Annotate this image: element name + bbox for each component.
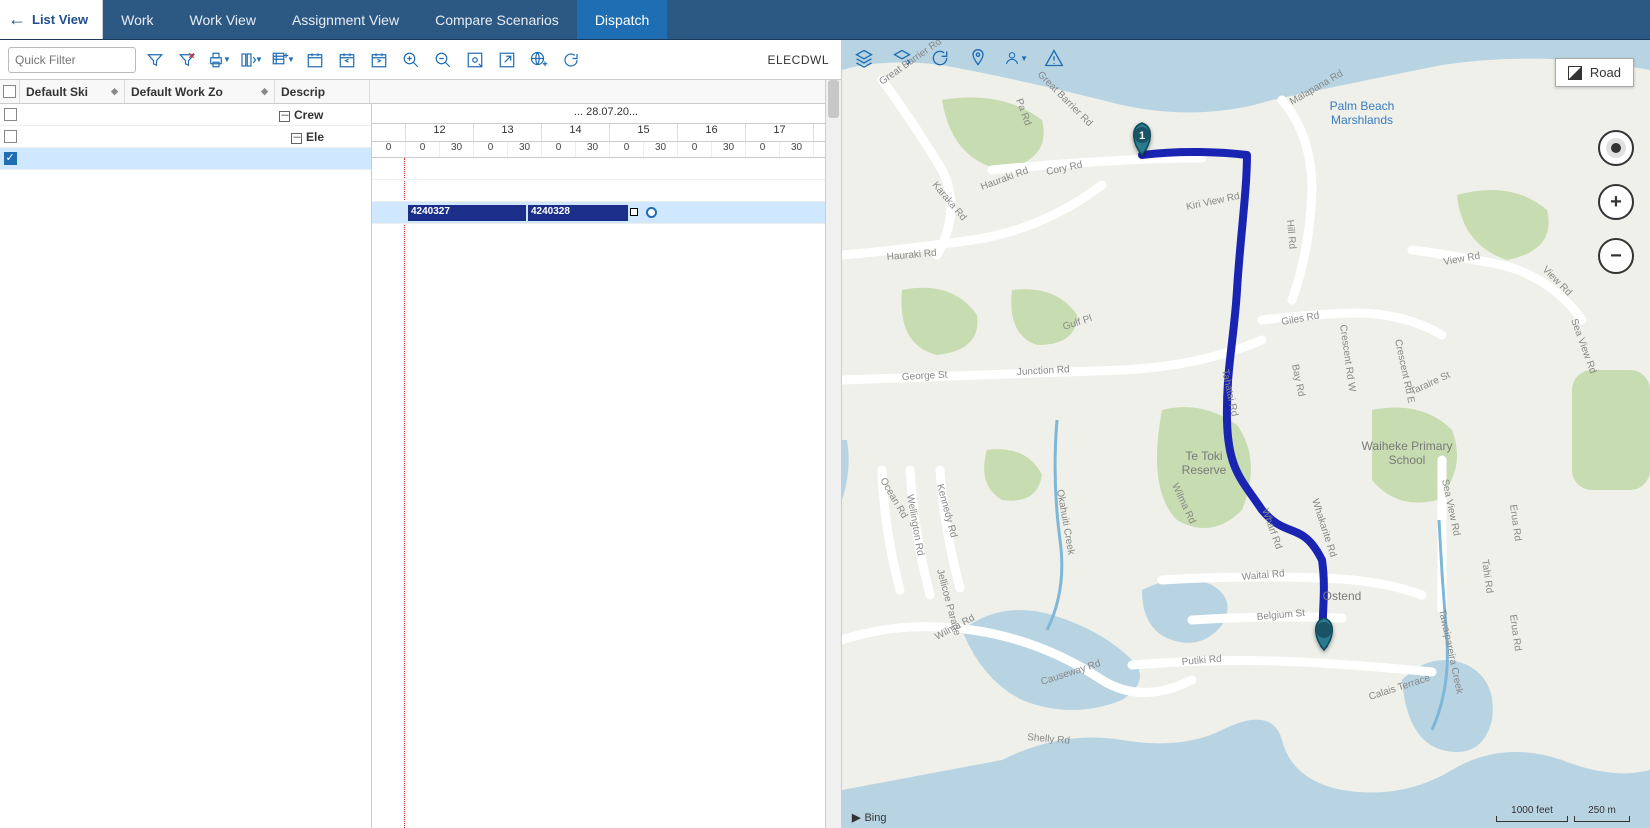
zoom-in-button[interactable]: + — [1598, 184, 1634, 220]
open-external-icon[interactable] — [494, 47, 520, 73]
sort-icon: ◆ — [261, 86, 268, 97]
now-indicator — [404, 158, 405, 828]
back-label: List View — [32, 12, 88, 27]
map-canvas[interactable]: Great Barrier RdKaraka RdHauraki RdHaura… — [842, 40, 1650, 828]
gantt-sub-header: 0 0 30 0 30 0 30 0 30 0 30 0 30 — [372, 142, 841, 158]
col-description[interactable]: Descrip — [275, 80, 370, 103]
sort-icon: ◆ — [111, 86, 118, 97]
zoom-in-icon[interactable] — [398, 47, 424, 73]
back-to-list-button[interactable]: ← List View — [0, 0, 103, 39]
zoom-out-icon[interactable] — [430, 47, 456, 73]
collapse-toggle[interactable]: － — [291, 133, 302, 144]
add-column-icon[interactable]: ▼ — [270, 47, 296, 73]
locate-button[interactable] — [1598, 130, 1634, 166]
workspace: ▼ ▼ ▼ ELECDWL Default Ski◆ Default Work … — [0, 40, 1650, 828]
grid-body: －Crew －Ele ... 28.07. — [0, 104, 841, 828]
calendar-right-icon[interactable] — [366, 47, 392, 73]
tab-dispatch[interactable]: Dispatch — [577, 0, 667, 39]
row-checkbox[interactable] — [4, 152, 17, 165]
gantt-row-selected[interactable]: 4240327 4240328 — [372, 202, 841, 224]
row-checkbox[interactable] — [4, 108, 17, 121]
print-icon[interactable]: ▼ — [206, 47, 232, 73]
gantt-date-header: ... 28.07.20... — [372, 104, 841, 124]
tree-row-ele[interactable]: －Ele — [0, 126, 371, 148]
row-checkbox[interactable] — [4, 130, 17, 143]
map-pane: ▼ Road + − — [842, 40, 1650, 828]
map-type-selector[interactable]: Road — [1555, 58, 1634, 87]
svg-text:1: 1 — [1139, 130, 1145, 142]
gantt-row[interactable] — [372, 180, 841, 202]
select-all-checkbox[interactable] — [0, 80, 20, 103]
map-type-label: Road — [1590, 65, 1621, 80]
map-refresh-icon[interactable] — [928, 46, 952, 70]
gantt-rows: 4240327 4240328 — [372, 158, 841, 828]
arrow-left-icon: ← — [8, 9, 26, 30]
tree-row-selected[interactable] — [0, 148, 371, 170]
map-person-icon[interactable]: ▼ — [1004, 46, 1028, 70]
tab-work[interactable]: Work — [103, 0, 171, 39]
tree-row-crew[interactable]: －Crew — [0, 104, 371, 126]
select-layer-icon[interactable] — [890, 46, 914, 70]
place-label: Ostend — [1323, 589, 1362, 603]
tab-compare-scenarios[interactable]: Compare Scenarios — [417, 0, 577, 39]
map-pin-icon[interactable] — [966, 46, 990, 70]
gantt-date-cell: ... 28.07.20... — [372, 104, 841, 123]
tab-work-view[interactable]: Work View — [172, 0, 274, 39]
calendar-left-icon[interactable] — [334, 47, 360, 73]
col-default-work-zone[interactable]: Default Work Zo◆ — [125, 80, 275, 103]
map-attribution: ▶Bing — [852, 811, 887, 824]
gantt-end-marker — [630, 208, 638, 216]
reorder-columns-icon[interactable]: ▼ — [238, 47, 264, 73]
gantt-hour-header: 12 13 14 15 16 17 — [372, 124, 841, 142]
context-label: ELECDWL — [767, 53, 829, 67]
gantt-chart[interactable]: ... 28.07.20... 12 13 14 15 16 17 0 0 30… — [372, 104, 841, 828]
gantt-end-circle — [646, 207, 657, 218]
gantt-bar[interactable]: 4240327 — [408, 205, 526, 221]
map-hazard-icon[interactable] — [1042, 46, 1066, 70]
map-type-icon — [1568, 66, 1582, 80]
calendar-icon[interactable] — [302, 47, 328, 73]
map-zoom-controls: + − — [1598, 130, 1634, 274]
col-default-skill[interactable]: Default Ski◆ — [20, 80, 125, 103]
globe-add-icon[interactable] — [526, 47, 552, 73]
map-toolbar: ▼ — [852, 46, 1066, 70]
tab-assignment-view[interactable]: Assignment View — [274, 0, 417, 39]
tree-columns: －Crew －Ele — [0, 104, 372, 828]
gantt-bar[interactable]: 4240328 — [528, 205, 628, 221]
refresh-icon[interactable] — [558, 47, 584, 73]
layers-icon[interactable] — [852, 46, 876, 70]
filter-icon[interactable] — [142, 47, 168, 73]
quick-filter-input[interactable] — [8, 47, 136, 73]
place-label: Te TokiReserve — [1182, 449, 1227, 477]
zoom-out-button[interactable]: − — [1598, 238, 1634, 274]
fit-content-icon[interactable] — [462, 47, 488, 73]
grid-header: Default Ski◆ Default Work Zo◆ Descrip — [0, 80, 841, 104]
left-vertical-scrollbar[interactable] — [825, 80, 841, 828]
map-scale-bar: 1000 feet 250 m — [1496, 805, 1630, 822]
top-nav: ← List View Work Work View Assignment Vi… — [0, 0, 1650, 40]
left-toolbar: ▼ ▼ ▼ ELECDWL — [0, 40, 841, 80]
left-pane: ▼ ▼ ▼ ELECDWL Default Ski◆ Default Work … — [0, 40, 842, 828]
gantt-row[interactable] — [372, 158, 841, 180]
clear-filter-icon[interactable] — [174, 47, 200, 73]
collapse-toggle[interactable]: － — [279, 111, 290, 122]
water-label: Palm BeachMarshlands — [1330, 99, 1395, 127]
